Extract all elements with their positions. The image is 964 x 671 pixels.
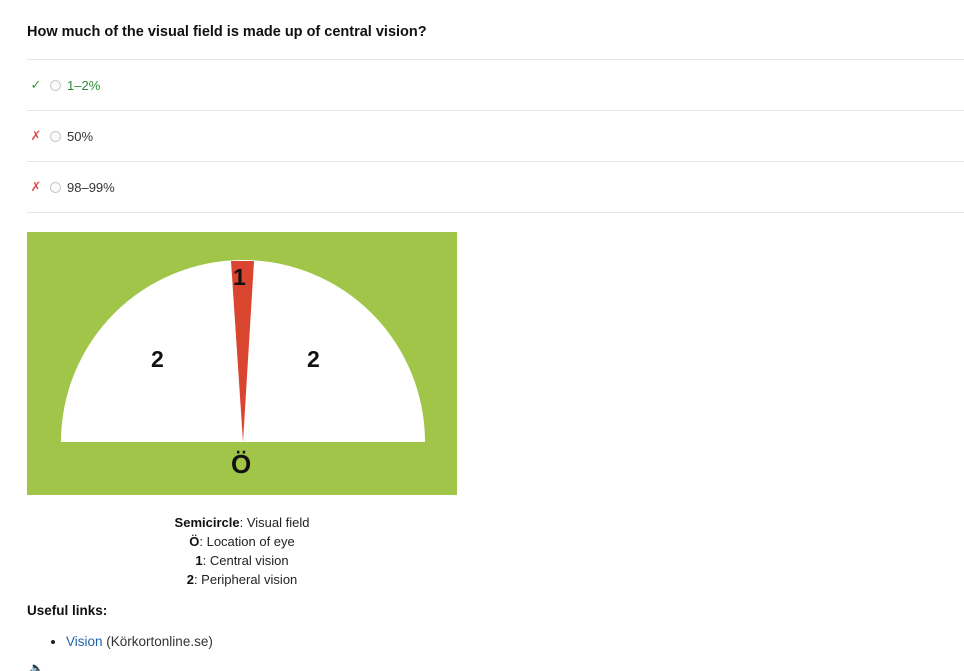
caption-line: Ö: Location of eye — [27, 532, 457, 551]
answer-label: 50% — [67, 128, 94, 144]
cross-icon: ✗ — [30, 128, 42, 143]
caption-text: : Central vision — [202, 553, 289, 568]
answer-label: 1–2% — [67, 77, 101, 93]
central-vision-label: 1 — [233, 264, 246, 290]
caption-line: Semicircle: Visual field — [27, 513, 457, 532]
diagram-caption: Semicircle: Visual field Ö: Location of … — [27, 513, 457, 589]
answer-option[interactable]: ✗ 50% — [27, 110, 964, 161]
useful-links-list: Vision (Körkortonline.se) — [27, 633, 213, 651]
caption-text: : Peripheral vision — [193, 572, 298, 587]
vision-link[interactable]: Vision — [66, 634, 103, 649]
speaker-icon[interactable]: 🔈 — [29, 662, 43, 671]
peripheral-vision-label-left: 2 — [151, 346, 164, 372]
visual-field-diagram: 1 2 2 Ö — [27, 232, 457, 495]
list-item: Vision (Körkortonline.se) — [66, 633, 213, 651]
caption-key: Ö — [189, 534, 200, 549]
answer-option[interactable]: ✗ 98–99% — [27, 161, 964, 213]
caption-text: : Location of eye — [199, 534, 295, 549]
caption-key: 1 — [195, 553, 203, 568]
answer-radio[interactable] — [50, 181, 61, 193]
eye-location-label: Ö — [231, 449, 252, 479]
caption-key: Semicircle — [174, 515, 240, 530]
cross-icon: ✗ — [30, 179, 42, 194]
question-title: How much of the visual field is made up … — [27, 24, 427, 40]
caption-line: 1: Central vision — [27, 551, 457, 570]
peripheral-vision-label-right: 2 — [307, 346, 320, 372]
caption-text: : Visual field — [239, 515, 310, 530]
link-source: (Körkortonline.se) — [102, 634, 213, 649]
useful-links-heading: Useful links: — [27, 603, 108, 618]
answer-radio[interactable] — [50, 130, 61, 142]
caption-key: 2 — [186, 572, 194, 587]
answer-option[interactable]: ✓ 1–2% — [27, 59, 964, 110]
check-icon: ✓ — [30, 77, 42, 92]
answer-radio[interactable] — [50, 79, 61, 91]
answer-label: 98–99% — [67, 179, 115, 195]
caption-line: 2: Peripheral vision — [27, 570, 457, 589]
answer-list: ✓ 1–2% ✗ 50% ✗ 98–99% — [27, 59, 964, 213]
